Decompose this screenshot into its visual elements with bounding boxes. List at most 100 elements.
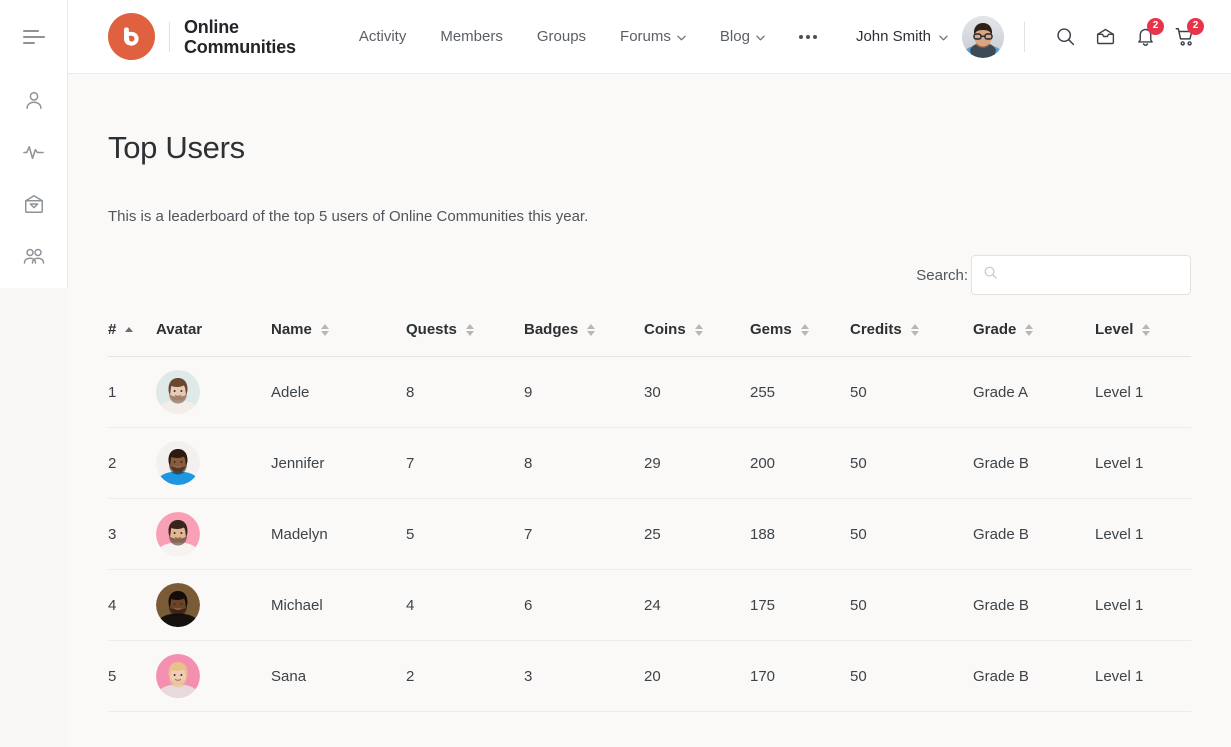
column-header-gems[interactable]: Gems [750,311,850,357]
table-row: 1Adele893025550Grade ALevel 1 [108,357,1191,428]
nav-label: Groups [537,28,586,45]
page-description: This is a leaderboard of the top 5 users… [68,166,1231,225]
cell-level: Level 1 [1095,357,1191,428]
sort-icon [695,324,703,336]
shopping-cart-icon[interactable]: 2 [1165,17,1205,57]
primary-navigation: Activity Members Groups Forums Blog [342,28,834,45]
cell-level: Level 1 [1095,499,1191,570]
avatar[interactable] [156,654,200,698]
cell-avatar [156,357,271,428]
nav-label: Blog [720,28,750,45]
brand-logo-link[interactable]: OnlineCommunities [108,13,296,60]
table-header-row: # Avatar Name Quests [108,311,1191,357]
avatar[interactable] [156,441,200,485]
inbox-icon[interactable] [1085,17,1125,57]
nav-item-activity[interactable]: Activity [342,28,424,45]
column-label: Credits [850,321,902,338]
page-title: Top Users [68,74,1231,166]
cell-grade: Grade A [973,357,1095,428]
column-label: Coins [644,321,686,338]
sort-ascending-icon [125,327,133,332]
cell-coins: 30 [644,357,750,428]
cell-level: Level 1 [1095,570,1191,641]
cell-gems: 175 [750,570,850,641]
nav-label: Members [440,28,503,45]
cell-rank: 5 [108,641,156,712]
cell-badges: 3 [524,641,644,712]
cell-grade: Grade B [973,570,1095,641]
cell-credits: 50 [850,570,973,641]
activity-pulse-icon [22,141,45,164]
ellipsis-more-icon[interactable] [782,35,834,39]
table-search-row: Search: [68,225,1231,295]
cell-name: Madelyn [271,499,406,570]
column-header-credits[interactable]: Credits [850,311,973,357]
search-label: Search: [916,267,968,284]
avatar[interactable] [156,512,200,556]
column-header-coins[interactable]: Coins [644,311,750,357]
sort-icon [1142,324,1150,336]
nav-item-groups[interactable]: Groups [520,28,603,45]
column-header-rank[interactable]: # [108,311,156,357]
cell-credits: 50 [850,641,973,712]
nav-item-blog[interactable]: Blog [703,28,782,45]
search-icon[interactable] [1045,17,1085,57]
cell-coins: 29 [644,428,750,499]
cell-badges: 6 [524,570,644,641]
column-header-quests[interactable]: Quests [406,311,524,357]
column-header-avatar: Avatar [156,311,271,357]
groups-people-icon [22,244,46,268]
avatar[interactable] [962,16,1004,58]
chevron-down-icon [939,28,948,45]
cell-quests: 2 [406,641,524,712]
search-input[interactable] [971,255,1191,295]
buddyboss-logo-icon [108,13,155,60]
cell-badges: 8 [524,428,644,499]
nav-label: Forums [620,28,671,45]
avatar[interactable] [156,370,200,414]
cell-rank: 3 [108,499,156,570]
header-right-actions: John Smith [856,16,1205,58]
sidebar-item-groups[interactable] [0,230,67,282]
cell-rank: 1 [108,357,156,428]
sidebar-item-messages[interactable] [0,178,67,230]
search-icon [983,265,998,285]
cell-avatar [156,641,271,712]
nav-item-members[interactable]: Members [423,28,520,45]
cell-badges: 9 [524,357,644,428]
sort-icon [1025,324,1033,336]
sidebar-item-profile[interactable] [0,74,67,126]
cell-rank: 4 [108,570,156,641]
chevron-down-icon [756,28,765,45]
cell-credits: 50 [850,357,973,428]
notifications-bell-icon[interactable]: 2 [1125,17,1165,57]
header-divider [1024,22,1025,52]
column-header-level[interactable]: Level [1095,311,1191,357]
nav-item-forums[interactable]: Forums [603,28,703,45]
column-header-badges[interactable]: Badges [524,311,644,357]
column-header-grade[interactable]: Grade [973,311,1095,357]
column-label: Gems [750,321,792,338]
cell-name: Michael [271,570,406,641]
column-label: # [108,321,116,338]
brand-name: OnlineCommunities [184,17,296,57]
column-label: Quests [406,321,457,338]
table-row: 2Jennifer782920050Grade BLevel 1 [108,428,1191,499]
user-name-label: John Smith [856,28,931,45]
column-label: Grade [973,321,1016,338]
user-menu-button[interactable]: John Smith [856,28,948,45]
brand-divider [169,22,170,52]
cell-coins: 24 [644,570,750,641]
left-sidebar [0,0,68,288]
sort-icon [911,324,919,336]
avatar[interactable] [156,583,200,627]
nav-label: Activity [359,28,407,45]
column-label: Level [1095,321,1133,338]
profile-person-icon [23,89,45,111]
sidebar-toggle-button[interactable] [0,0,67,74]
main-content: Top Users This is a leaderboard of the t… [68,74,1231,747]
column-header-name[interactable]: Name [271,311,406,357]
sidebar-item-activity[interactable] [0,126,67,178]
table-row: 3Madelyn572518850Grade BLevel 1 [108,499,1191,570]
chevron-down-icon [677,28,686,45]
